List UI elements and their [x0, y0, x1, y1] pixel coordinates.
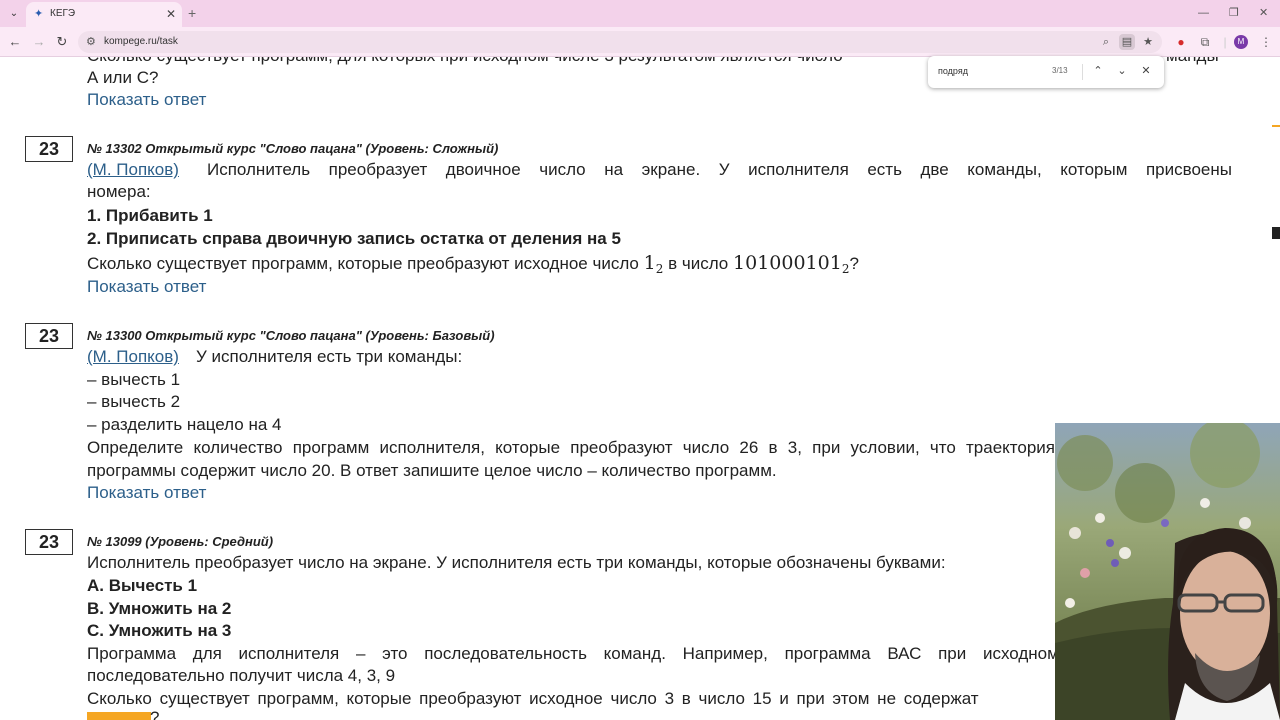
- task-meta: № 13099 (Уровень: Средний): [87, 534, 274, 549]
- task-intro-2: номера:: [87, 182, 151, 201]
- math-target: 1010001012: [733, 252, 849, 276]
- task-body-1: Определите количество программ исполните…: [87, 438, 1055, 457]
- toolbar-divider: |: [1223, 35, 1227, 49]
- question-text-a: Сколько существует программ, которые пре…: [87, 254, 639, 273]
- show-answer-link[interactable]: Показать ответ: [87, 482, 206, 504]
- show-answer-link[interactable]: Показать ответ: [87, 89, 206, 111]
- url-text: kompege.ru/task: [104, 36, 178, 47]
- find-input[interactable]: подряд: [938, 64, 1048, 78]
- author-link[interactable]: (М. Попков): [87, 159, 179, 181]
- partial-question-tail: манды: [1166, 57, 1219, 67]
- partial-question-line2: А или С?: [87, 68, 159, 87]
- math-source: 12: [643, 252, 664, 276]
- plus-icon[interactable]: +: [188, 5, 196, 21]
- task-body-3: Сколько существует программ, которые пре…: [87, 689, 979, 708]
- command-1: А. Вычесть 1: [87, 576, 198, 595]
- question-text-b: в число: [668, 254, 729, 273]
- chevron-up-icon[interactable]: ⌃: [1090, 63, 1106, 79]
- chevron-down-icon[interactable]: ⌄: [6, 6, 22, 22]
- arrow-left-icon[interactable]: ←: [6, 33, 24, 51]
- star-icon[interactable]: ★: [1140, 34, 1156, 50]
- task-intro: У исполнителя есть три команды:: [196, 347, 463, 366]
- task-body-2: последовательно получит числа 4, 3, 9: [87, 666, 396, 685]
- math-source-base: 2: [655, 262, 664, 276]
- question-end: ?: [849, 254, 859, 273]
- find-divider: [1082, 64, 1083, 80]
- task-body-2: программы содержит число 20. В ответ зап…: [87, 461, 777, 480]
- task-body-1: Программа для исполнителя – это последов…: [87, 644, 1055, 663]
- task-intro: Исполнитель преобразует число на экране.…: [87, 553, 946, 572]
- avatar[interactable]: M: [1234, 35, 1248, 49]
- tab-active[interactable]: ✦ КЕГЭ ✕: [26, 2, 182, 27]
- scrollbar-thumb[interactable]: [1272, 227, 1280, 239]
- kebab-menu-icon[interactable]: ⋮: [1258, 34, 1274, 50]
- find-bar: подряд 3/13 ⌃ ⌄ ✕: [928, 56, 1164, 88]
- task-number-badge: 23: [25, 136, 73, 162]
- command-1: – вычесть 1: [87, 370, 181, 389]
- tab-title: КЕГЭ: [50, 8, 76, 19]
- presenter-video-frame: [1055, 423, 1280, 720]
- webcam-overlay: [1055, 423, 1280, 720]
- command-1: 1. Прибавить 1: [87, 206, 213, 225]
- command-3: – разделить нацело на 4: [87, 415, 282, 434]
- zoom-icon[interactable]: ⌕: [1098, 34, 1114, 50]
- puzzle-icon[interactable]: ⧉: [1197, 34, 1213, 50]
- task-number-badge: 23: [25, 323, 73, 349]
- close-icon[interactable]: ✕: [1138, 63, 1154, 79]
- extension-red-icon[interactable]: ●: [1173, 34, 1189, 50]
- command-2: – вычесть 2: [87, 392, 181, 411]
- site-settings-icon[interactable]: ⚙: [86, 34, 96, 50]
- find-match-count: 3/13: [1052, 66, 1068, 75]
- close-icon[interactable]: ✕: [166, 6, 176, 22]
- browser-toolbar: ← → ↻ ⚙ kompege.ru/task ⌕ ▤ ★ ● ⧉ | M ⋮: [0, 27, 1280, 57]
- math-source-value: 1: [643, 252, 656, 274]
- author-link[interactable]: (М. Попков): [87, 346, 179, 368]
- restore-icon[interactable]: ❐: [1229, 5, 1239, 21]
- kegje-favicon-icon: ✦: [34, 8, 44, 20]
- window-close-icon[interactable]: ✕: [1259, 5, 1268, 21]
- partial-question-line: Сколько существует программ, для которых…: [87, 57, 927, 67]
- arrow-right-icon[interactable]: →: [30, 33, 48, 51]
- math-target-value: 101000101: [733, 252, 842, 274]
- task-meta: № 13300 Открытый курс "Слово пацана" (Ур…: [87, 328, 495, 343]
- command-2: 2. Приписать справа двоичную запись оста…: [87, 229, 621, 248]
- task-intro: Исполнитель преобразует двоичное число н…: [207, 160, 1232, 179]
- chevron-down-icon[interactable]: ⌄: [1114, 63, 1130, 79]
- address-bar[interactable]: ⚙ kompege.ru/task ⌕ ▤ ★: [78, 31, 1162, 53]
- show-answer-link[interactable]: Показать ответ: [87, 276, 206, 298]
- task-number-badge: 23: [25, 529, 73, 555]
- tab-strip: ⌄ ✦ КЕГЭ ✕ + — ❐ ✕: [0, 0, 1280, 27]
- command-2: В. Умножить на 2: [87, 599, 232, 618]
- reading-mode-icon[interactable]: ▤: [1119, 34, 1135, 50]
- task-body-4-tail: ?: [150, 708, 160, 720]
- task-meta: № 13302 Открытый курс "Слово пацана" (Ур…: [87, 141, 499, 156]
- search-highlight: [87, 712, 151, 720]
- command-3: С. Умножить на 3: [87, 621, 232, 640]
- minimize-icon[interactable]: —: [1198, 5, 1209, 21]
- reload-icon[interactable]: ↻: [53, 33, 71, 51]
- scroll-match-marker: [1272, 125, 1280, 127]
